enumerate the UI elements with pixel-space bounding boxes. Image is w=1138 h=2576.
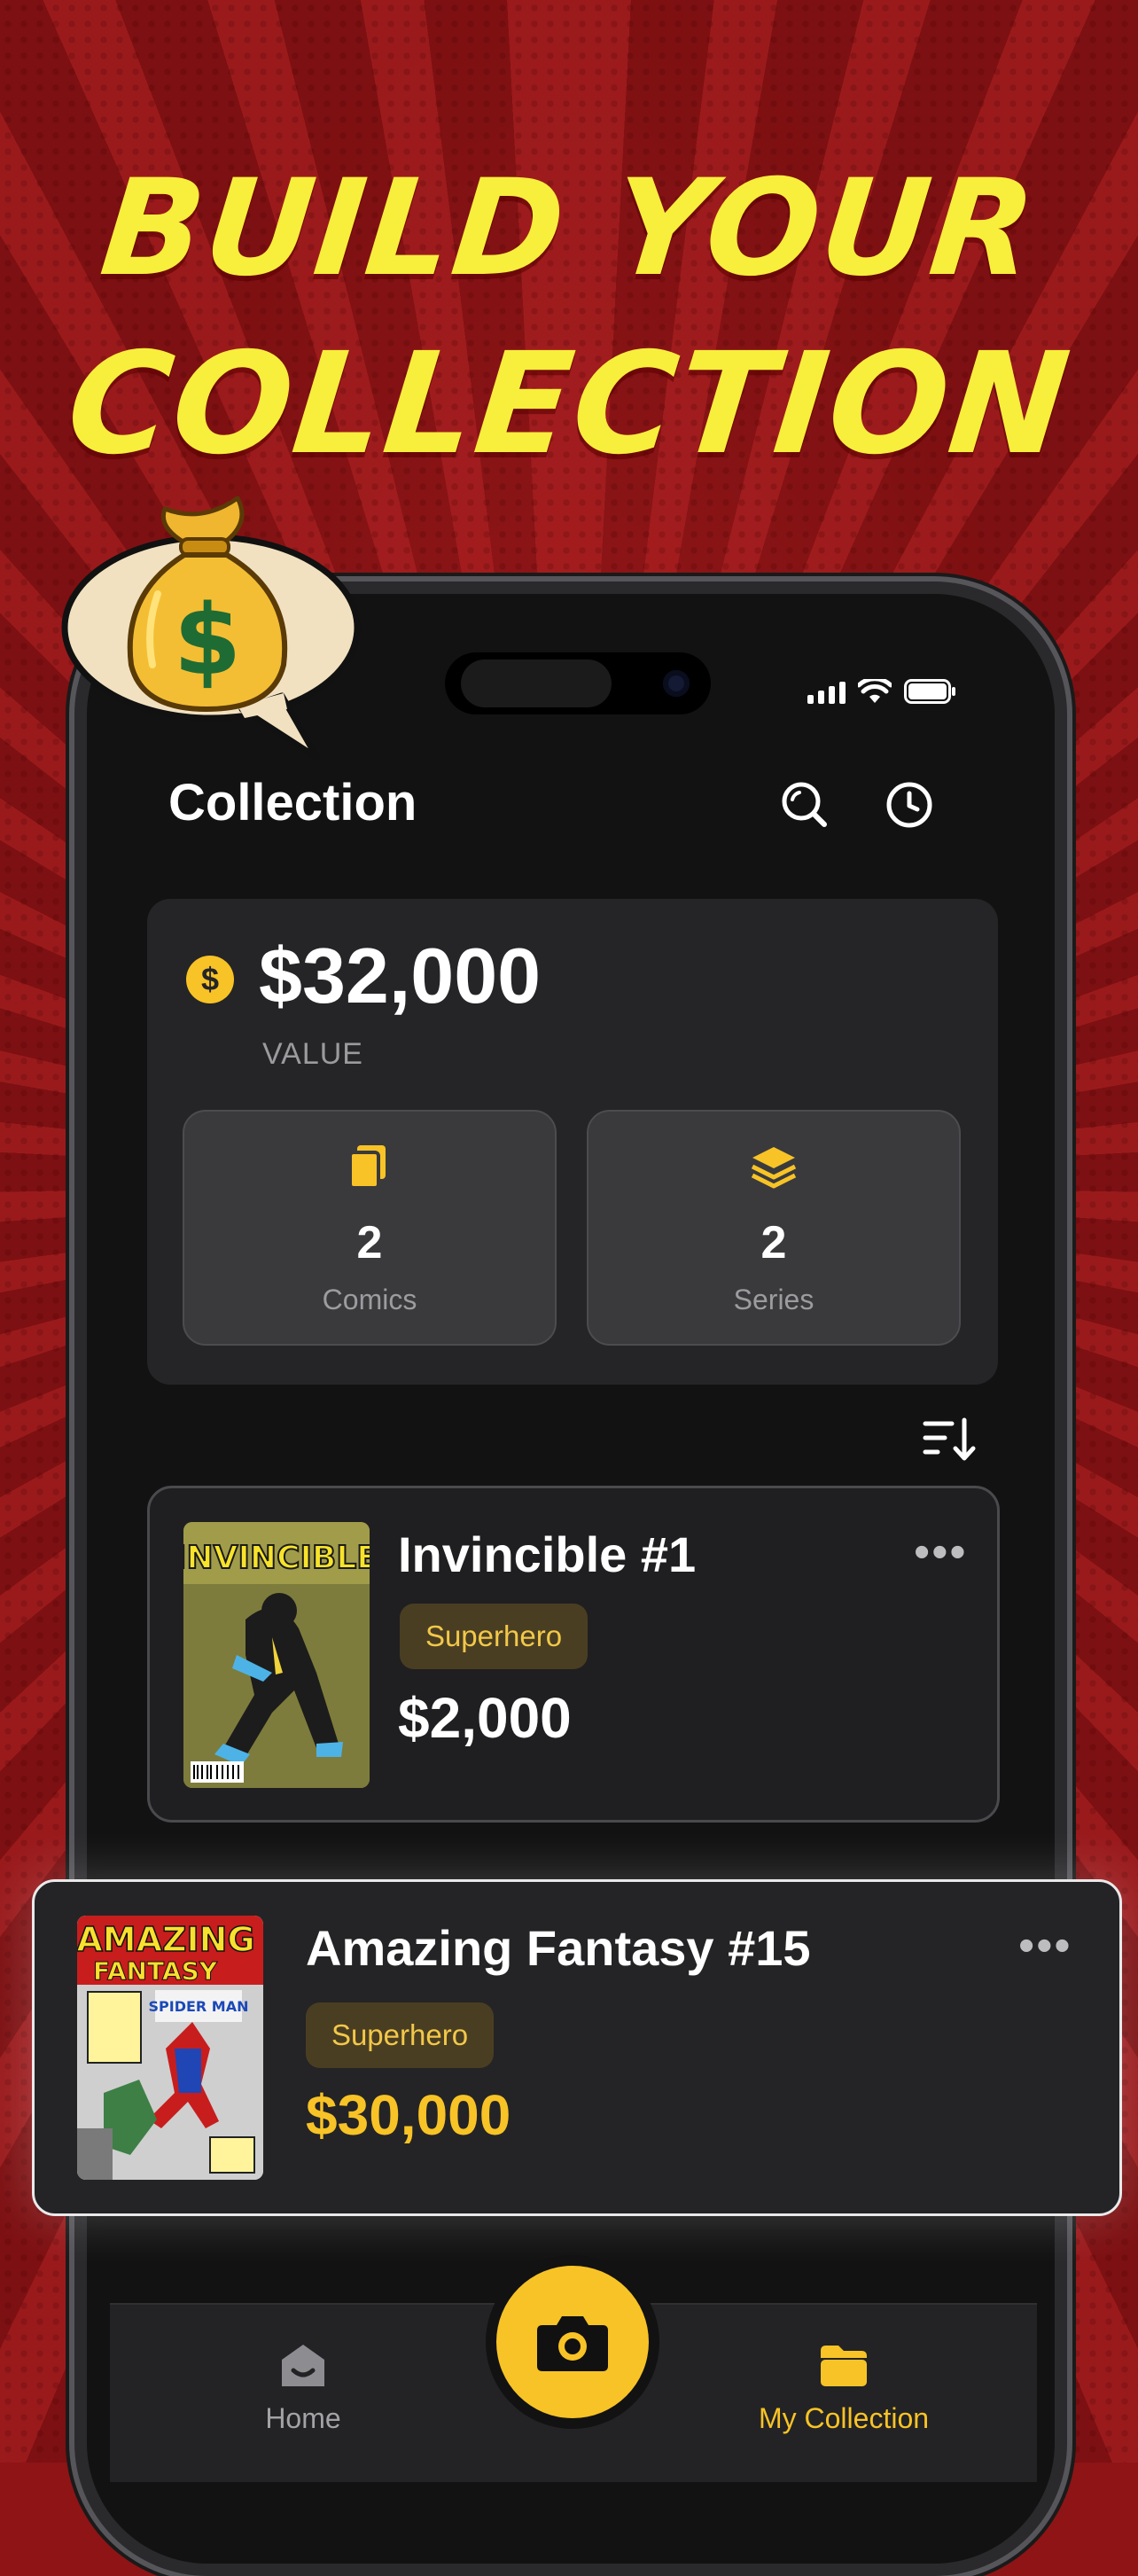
- battery-icon: [904, 679, 955, 704]
- nav-home-label: Home: [265, 2402, 341, 2434]
- genre-tag: Superhero: [400, 1604, 588, 1669]
- cover-title-fantasy: FANTASY: [93, 1956, 218, 1986]
- cover-spider-man: SPIDER MAN: [149, 1998, 249, 2015]
- series-label: Series: [733, 1284, 815, 1315]
- comics-icon: [348, 1145, 386, 1190]
- nav-my-collection[interactable]: My Collection: [711, 2305, 977, 2482]
- front-camera: [663, 670, 690, 697]
- series-count: 2: [760, 1217, 787, 1268]
- phone-power-button: [1067, 1234, 1076, 1471]
- comic-card-amazing-fantasy[interactable]: AMAZING FANTASY SPIDER MAN Amazing Fanta…: [32, 1879, 1122, 2216]
- camera-icon: [537, 2316, 608, 2371]
- folder-icon: [821, 2346, 867, 2386]
- dynamic-island: [445, 652, 711, 714]
- series-layers-icon: [751, 1147, 797, 1189]
- invincible-cover-title: INVINCIBLE: [183, 1540, 370, 1576]
- amazing-fantasy-cover: AMAZING FANTASY SPIDER MAN: [77, 1916, 263, 2180]
- collection-value-card: $ $32,000 VALUE 2 Comics 2 Series: [147, 899, 998, 1385]
- comic-title: Amazing Fantasy #15: [306, 1920, 811, 1976]
- page-title: Collection: [168, 774, 417, 831]
- comics-stat[interactable]: 2 Comics: [183, 1110, 557, 1346]
- money-bag-symbol: $: [174, 583, 242, 697]
- more-options-icon[interactable]: •••: [914, 1529, 968, 1575]
- headline-line-2: COLLECTION: [60, 323, 1078, 486]
- wifi-icon: [858, 679, 892, 703]
- comic-card-invincible[interactable]: INVINCIBLE Invincible #1 Superhero $2,00…: [147, 1486, 1000, 1823]
- status-bar: [807, 679, 957, 704]
- nav-my-collection-label: My Collection: [758, 2402, 930, 2434]
- comic-price: $2,000: [398, 1686, 572, 1750]
- search-icon[interactable]: [780, 780, 830, 830]
- genre-tag: Superhero: [306, 2002, 494, 2068]
- more-options-icon[interactable]: •••: [1018, 1923, 1072, 1969]
- series-stat[interactable]: 2 Series: [587, 1110, 961, 1346]
- comic-title: Invincible #1: [398, 1526, 697, 1582]
- sort-icon[interactable]: [922, 1415, 978, 1464]
- history-icon[interactable]: [885, 780, 934, 830]
- nav-home[interactable]: Home: [170, 2305, 436, 2482]
- comics-count: 2: [356, 1217, 383, 1268]
- cover-title-amazing: AMAZING: [77, 1920, 255, 1959]
- dollar-coin-icon: $: [186, 956, 234, 1003]
- comic-price: $30,000: [306, 2083, 511, 2147]
- home-icon: [282, 2345, 324, 2386]
- money-bag-icon: $: [61, 496, 361, 761]
- invincible-cover: INVINCIBLE: [183, 1522, 370, 1788]
- total-value-label: VALUE: [262, 1037, 363, 1071]
- headline-line-1: BUILD YOUR: [94, 152, 1044, 306]
- total-value-amount: $32,000: [259, 932, 542, 1019]
- comics-label: Comics: [322, 1284, 417, 1315]
- camera-button[interactable]: [496, 2266, 649, 2418]
- signal-icon: [807, 682, 846, 704]
